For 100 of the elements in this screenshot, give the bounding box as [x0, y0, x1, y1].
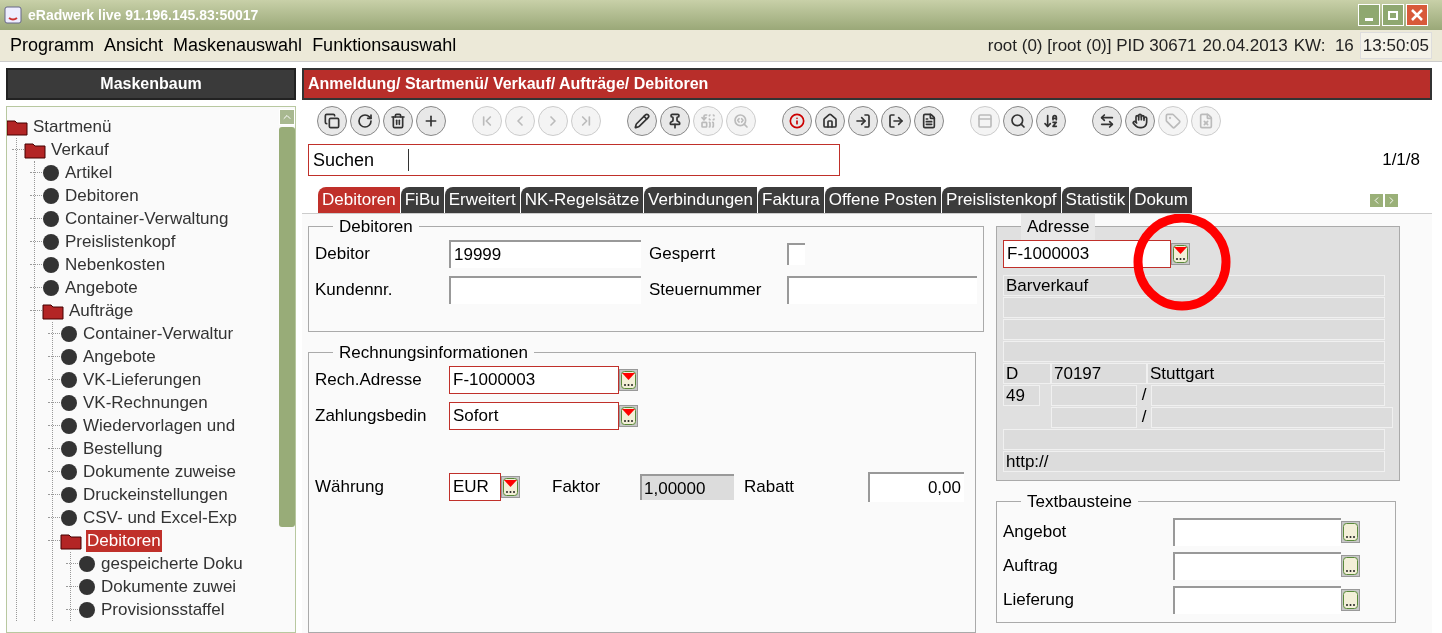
toolbar-button[interactable] — [350, 106, 380, 136]
tab[interactable]: Erweitert — [444, 187, 521, 213]
tab[interactable]: Faktura — [758, 187, 825, 213]
tree-item[interactable]: VK-Lieferungen — [82, 368, 203, 391]
tree-item[interactable]: Angebote — [64, 276, 139, 299]
toolbar-button[interactable] — [660, 106, 690, 136]
country-cell: D — [1003, 362, 1051, 384]
lookup-button[interactable] — [619, 404, 638, 427]
input-field[interactable]: 19999 — [449, 239, 641, 268]
tree-item[interactable]: Druckeinstellungen — [82, 483, 229, 506]
tree-item[interactable]: Wiedervorlagen und — [82, 414, 237, 437]
toolbar-button[interactable] — [416, 106, 446, 136]
city-cell: Stuttgart — [1147, 362, 1385, 384]
tab[interactable]: Offene Posten — [824, 187, 943, 213]
minimize-button[interactable] — [1358, 4, 1380, 26]
lookup-button[interactable] — [1341, 555, 1360, 577]
input-field[interactable] — [1173, 586, 1341, 614]
checkbox[interactable] — [787, 242, 805, 265]
input-field[interactable] — [1173, 552, 1341, 580]
close-button[interactable] — [1406, 4, 1428, 26]
tab[interactable]: NK-Regelsätze — [520, 187, 645, 213]
toolbar-button[interactable] — [1003, 106, 1033, 136]
tree-item[interactable]: Dokumente zuweise — [82, 460, 238, 483]
bullet-icon — [60, 416, 78, 435]
tag-icon — [1165, 113, 1181, 129]
input-field[interactable]: F-1000003 — [449, 365, 619, 394]
field-label: Währung — [315, 475, 385, 498]
tree-item[interactable]: Container-Verwaltung — [64, 207, 230, 230]
tab[interactable]: Preislistenkopf — [942, 187, 1062, 213]
tree-item[interactable]: Angebote — [82, 345, 157, 368]
tab[interactable]: Dokum — [1130, 187, 1193, 213]
input-field[interactable] — [787, 275, 977, 304]
copy-icon — [324, 113, 340, 129]
tab[interactable]: Debitoren — [318, 187, 401, 213]
tree-item[interactable]: CSV- und Excel-Exp — [82, 506, 238, 529]
input-field[interactable]: Sofort — [449, 401, 619, 430]
toolbar-button[interactable] — [1092, 106, 1122, 136]
refresh-icon — [357, 113, 373, 129]
bullet-icon — [78, 600, 96, 619]
input-field[interactable]: 0,00 — [868, 471, 964, 502]
trash-icon — [390, 113, 406, 129]
tree-item[interactable]: VK-Rechnungen — [82, 391, 209, 414]
input-field[interactable]: EUR — [449, 472, 501, 501]
swap-icon — [1099, 113, 1115, 129]
tree-item[interactable]: Dokumente zuwei — [100, 575, 238, 598]
search-field[interactable]: Suchen — [308, 144, 840, 176]
toolbar-button[interactable] — [627, 106, 657, 136]
section-title: Adresse — [1021, 214, 1096, 240]
field-label: Angebot — [1003, 521, 1068, 544]
lookup-button[interactable] — [501, 475, 520, 498]
tree-item[interactable]: Preislistenkopf — [64, 230, 177, 253]
menu-item[interactable]: Funktionsauswahl — [312, 32, 457, 59]
tree-item[interactable]: gespeicherte Doku — [100, 552, 244, 575]
tree-item[interactable]: Container-Verwaltur — [82, 322, 235, 345]
bullet-icon — [42, 232, 60, 251]
toolbar-button[interactable] — [1036, 106, 1066, 136]
toolbar-button[interactable] — [815, 106, 845, 136]
input-field[interactable] — [449, 275, 641, 304]
replace-icon — [700, 113, 716, 129]
export-icon — [888, 113, 904, 129]
tree-item[interactable]: Debitoren — [86, 529, 162, 552]
bullet-icon — [60, 462, 78, 481]
user-info: root (0) [root (0)] PID 30671 — [987, 34, 1197, 57]
lookup-button[interactable] — [1341, 521, 1360, 543]
field-label: Steuernummer — [649, 278, 763, 301]
bullet-icon — [60, 347, 78, 366]
toolbar-button[interactable] — [782, 106, 812, 136]
lookup-button[interactable] — [1171, 242, 1190, 265]
field-label: Gesperrt — [649, 242, 717, 265]
tab[interactable]: Statistik — [1061, 187, 1131, 213]
tab[interactable]: Verbindungen — [644, 187, 759, 213]
toolbar-button[interactable] — [914, 106, 944, 136]
lookup-button[interactable] — [1341, 589, 1360, 611]
tree-item[interactable]: Artikel — [64, 161, 114, 184]
tree-item[interactable]: Bestellung — [82, 437, 164, 460]
toolbar-button[interactable] — [383, 106, 413, 136]
week-label: KW: 16 — [1293, 34, 1354, 57]
search-icon — [1010, 113, 1026, 129]
tree-item[interactable]: Aufträge — [68, 299, 135, 322]
maximize-button[interactable] — [1382, 4, 1404, 26]
lookup-button[interactable] — [619, 368, 638, 391]
toolbar-button[interactable] — [1125, 106, 1155, 136]
tree-item[interactable]: Startmenü — [32, 115, 113, 138]
input-field[interactable] — [1173, 518, 1341, 546]
tree-item[interactable]: Debitoren — [64, 184, 140, 207]
toolbar-button[interactable] — [317, 106, 347, 136]
tree-item[interactable]: Verkauf — [50, 138, 110, 161]
input-field[interactable]: F-1000003 — [1003, 239, 1171, 268]
toolbar-button[interactable] — [881, 106, 911, 136]
field-label: Rech.Adresse — [315, 368, 423, 391]
tree-item[interactable]: Provisionsstaffel — [100, 598, 226, 621]
menu-item[interactable]: Maskenauswahl — [173, 32, 303, 59]
info-icon — [789, 113, 805, 129]
bullet-icon — [42, 186, 60, 205]
field-label: Rabatt — [744, 475, 796, 498]
tab[interactable]: FiBu — [400, 187, 445, 213]
tree-item[interactable]: Nebenkosten — [64, 253, 167, 276]
menu-item[interactable]: Ansicht — [104, 32, 164, 59]
toolbar-button[interactable] — [848, 106, 878, 136]
menu-item[interactable]: Programm — [10, 32, 94, 59]
